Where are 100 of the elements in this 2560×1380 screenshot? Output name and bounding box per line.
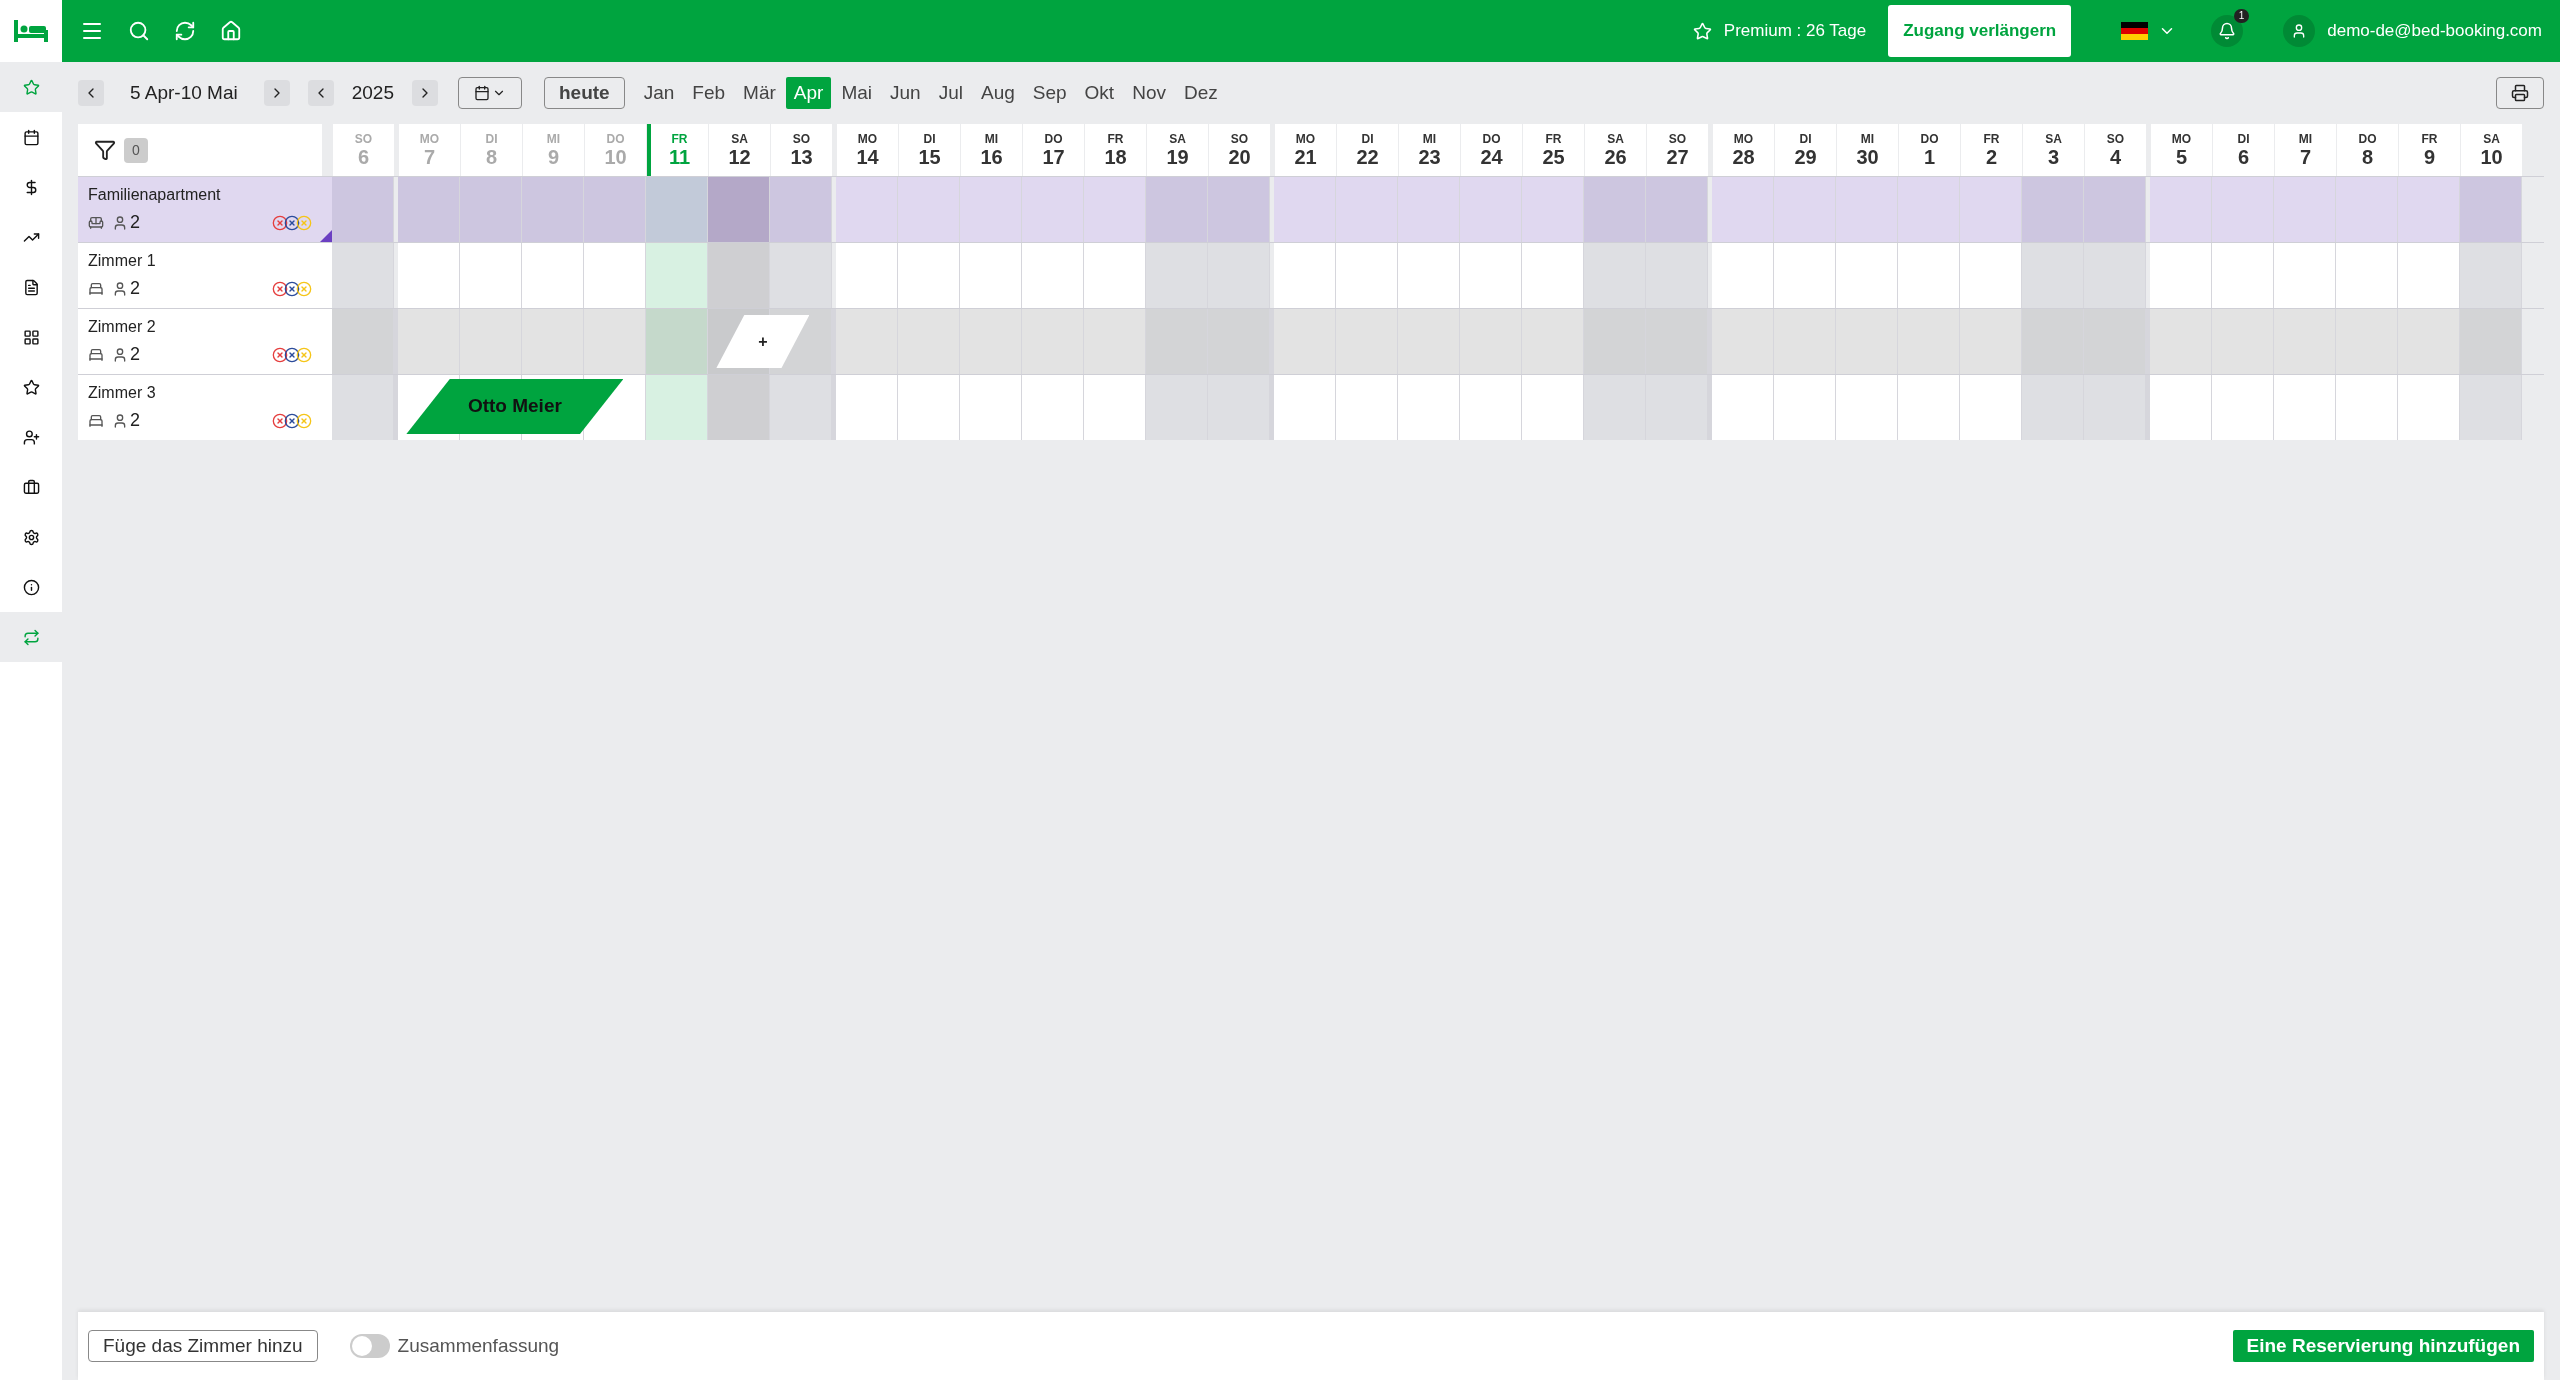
day-cell[interactable] — [1836, 243, 1898, 308]
room-cell[interactable]: Zimmer 2 2 — [78, 309, 332, 374]
add-room-button[interactable]: Füge das Zimmer hinzu — [88, 1330, 318, 1362]
day-cell[interactable] — [1336, 243, 1398, 308]
month-tab[interactable]: Aug — [972, 77, 1023, 109]
day-cell[interactable] — [332, 177, 394, 242]
next-year-button[interactable] — [412, 80, 438, 106]
day-cell[interactable] — [646, 177, 708, 242]
previous-button[interactable] — [78, 80, 104, 106]
month-tab[interactable]: Jul — [930, 77, 971, 109]
day-cell[interactable] — [2460, 177, 2522, 242]
day-cell[interactable] — [2022, 177, 2084, 242]
new-reservation-slot[interactable]: + — [716, 315, 810, 368]
refresh-icon[interactable] — [174, 20, 196, 42]
summary-toggle[interactable] — [349, 1334, 390, 1358]
room-cell[interactable]: Zimmer 3 2 — [78, 375, 332, 440]
room-timeline[interactable] — [332, 177, 2522, 242]
day-cell[interactable] — [584, 243, 646, 308]
day-cell[interactable] — [1960, 243, 2022, 308]
month-tab[interactable]: Jan — [635, 77, 683, 109]
day-cell[interactable] — [1084, 177, 1146, 242]
next-button[interactable] — [263, 80, 290, 106]
day-cell[interactable] — [898, 177, 960, 242]
day-cell[interactable] — [2150, 243, 2212, 308]
day-cell[interactable] — [2022, 243, 2084, 308]
day-cell[interactable] — [2084, 177, 2146, 242]
month-tab[interactable]: Okt — [1076, 77, 1123, 109]
calendar-picker-button[interactable] — [458, 77, 522, 109]
day-cell[interactable] — [770, 243, 832, 308]
day-cell[interactable] — [2084, 243, 2146, 308]
day-cell[interactable] — [2398, 243, 2460, 308]
day-cell[interactable] — [332, 243, 394, 308]
day-cell[interactable] — [2212, 243, 2274, 308]
day-cell[interactable] — [1898, 243, 1960, 308]
day-cell[interactable] — [1898, 177, 1960, 242]
room-cell[interactable]: Familienapartment 2 — [78, 177, 332, 242]
day-cell[interactable] — [460, 177, 522, 242]
room-timeline[interactable] — [332, 243, 2522, 308]
month-tab[interactable]: Nov — [1124, 77, 1174, 109]
room-cell[interactable]: Zimmer 1 2 — [78, 243, 332, 308]
day-cell[interactable] — [708, 177, 770, 242]
day-cell[interactable] — [1398, 177, 1460, 242]
home-icon[interactable] — [220, 20, 242, 42]
day-cell[interactable] — [2274, 243, 2336, 308]
day-cell[interactable] — [2150, 177, 2212, 242]
day-cell[interactable] — [1208, 177, 1270, 242]
day-cell[interactable] — [1712, 177, 1774, 242]
day-cell[interactable] — [2274, 177, 2336, 242]
day-cell[interactable] — [960, 243, 1022, 308]
day-cell[interactable] — [398, 177, 460, 242]
day-cell[interactable] — [1274, 177, 1336, 242]
print-button[interactable] — [2496, 77, 2544, 109]
search-icon[interactable] — [128, 20, 150, 42]
day-cell[interactable] — [646, 243, 708, 308]
day-cell[interactable] — [1146, 243, 1208, 308]
day-cell[interactable] — [1460, 177, 1522, 242]
day-cell[interactable] — [2460, 243, 2522, 308]
day-cell[interactable] — [836, 177, 898, 242]
day-cell[interactable] — [898, 243, 960, 308]
day-cell[interactable] — [1336, 177, 1398, 242]
day-cell[interactable] — [2212, 177, 2274, 242]
day-cell[interactable] — [1398, 243, 1460, 308]
day-cell[interactable] — [1084, 243, 1146, 308]
today-button[interactable]: heute — [544, 77, 625, 109]
day-cell[interactable] — [1774, 243, 1836, 308]
day-cell[interactable] — [1584, 243, 1646, 308]
day-cell[interactable] — [1960, 177, 2022, 242]
day-cell[interactable] — [960, 177, 1022, 242]
day-cell[interactable] — [1022, 243, 1084, 308]
month-tab[interactable]: Sep — [1024, 77, 1075, 109]
day-cell[interactable] — [1646, 243, 1708, 308]
day-cell[interactable] — [1522, 243, 1584, 308]
day-cell[interactable] — [1836, 177, 1898, 242]
room-timeline[interactable]: Otto Meier — [332, 375, 2522, 440]
month-tab[interactable]: Jun — [882, 77, 929, 109]
day-cell[interactable] — [2336, 177, 2398, 242]
filter-icon[interactable] — [94, 139, 116, 161]
room-timeline[interactable]: + — [332, 309, 2522, 374]
day-cell[interactable] — [836, 243, 898, 308]
previous-year-button[interactable] — [307, 80, 334, 106]
day-cell[interactable] — [2398, 177, 2460, 242]
day-cell[interactable] — [1774, 177, 1836, 242]
day-cell[interactable] — [1460, 243, 1522, 308]
day-cell[interactable] — [708, 243, 770, 308]
day-cell[interactable] — [398, 243, 460, 308]
day-cell[interactable] — [522, 177, 584, 242]
day-cell[interactable] — [522, 243, 584, 308]
day-cell[interactable] — [1522, 177, 1584, 242]
day-cell[interactable] — [584, 177, 646, 242]
avatar-icon[interactable] — [2283, 15, 2316, 47]
month-tab[interactable]: Mai — [833, 77, 881, 109]
day-cell[interactable] — [460, 243, 522, 308]
day-cell[interactable] — [1712, 243, 1774, 308]
month-tab[interactable]: Mär — [735, 77, 784, 109]
day-cell[interactable] — [2336, 243, 2398, 308]
day-cell[interactable] — [770, 177, 832, 242]
day-cell[interactable] — [1146, 177, 1208, 242]
day-cell[interactable] — [1208, 243, 1270, 308]
reservation-block[interactable]: Otto Meier — [406, 379, 624, 434]
day-cell[interactable] — [1584, 177, 1646, 242]
